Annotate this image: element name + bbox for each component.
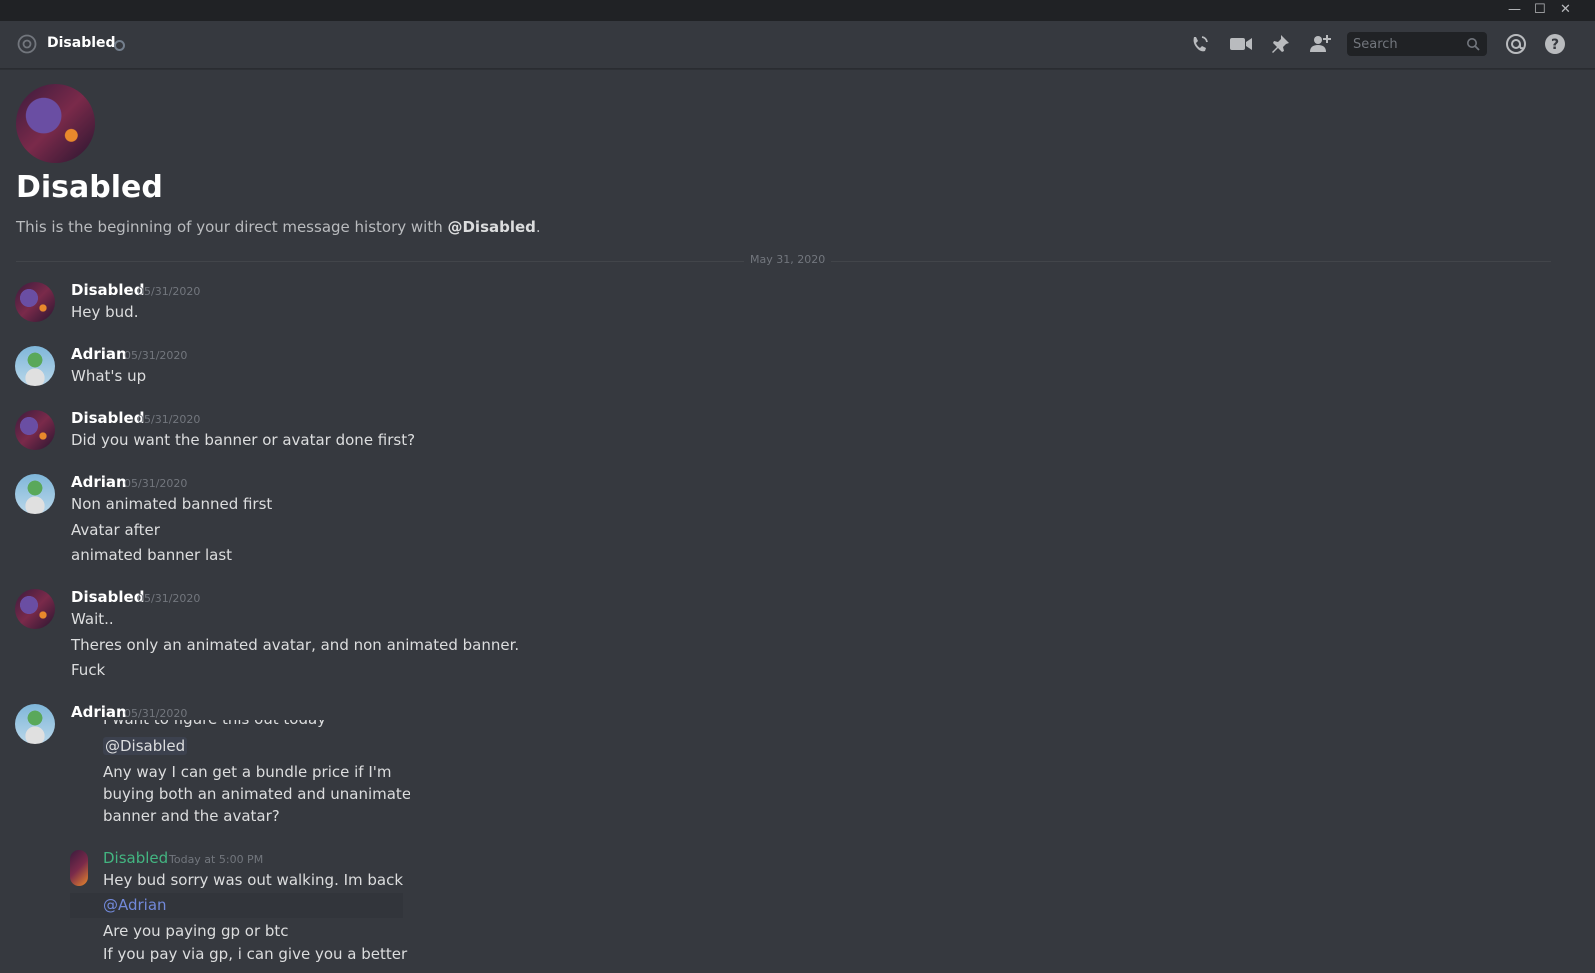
message-image-attachment[interactable]: I want to figure this out today @Disable… — [70, 720, 410, 973]
message-text: Fuck — [71, 661, 106, 679]
message-author[interactable]: Adrian — [71, 345, 127, 363]
close-button[interactable]: ✕ — [1560, 2, 1571, 18]
embed-reply-author: Disabled — [103, 849, 169, 867]
window-titlebar: — ☐ ✕ — [0, 0, 1595, 21]
maximize-button[interactable]: ☐ — [1534, 2, 1546, 18]
message-text: animated banner last — [71, 546, 233, 564]
channel-header: Disabled ? — [0, 21, 1595, 69]
add-friend-icon[interactable] — [1308, 33, 1332, 55]
search-icon — [1467, 38, 1480, 51]
embed-avatar — [70, 850, 88, 886]
mentions-icon[interactable] — [1505, 33, 1527, 55]
embed-cut-text: I want to figure this out today — [103, 720, 326, 728]
embed-mention: @Adrian — [103, 896, 167, 914]
search-input[interactable] — [1347, 32, 1462, 56]
embed-text: buying both an animated and unanimated — [103, 785, 410, 803]
avatar[interactable] — [15, 410, 55, 450]
message-text: Theres only an animated avatar, and non … — [71, 636, 520, 654]
help-icon[interactable]: ? — [1544, 33, 1566, 55]
message-text: Wait.. — [71, 610, 114, 628]
message-author[interactable]: Adrian — [71, 473, 127, 491]
intro-user-mention[interactable]: @Disabled — [447, 218, 535, 236]
svg-text:?: ? — [1551, 37, 1559, 53]
embed-reply-timestamp: Today at 5:00 PM — [169, 853, 264, 866]
message-text: Did you want the banner or avatar done f… — [71, 431, 416, 449]
message-text: Avatar after — [71, 521, 160, 539]
embed-text: banner and the avatar? — [103, 807, 280, 825]
embed-text: Are you paying gp or btc — [103, 922, 289, 940]
message-timestamp: 05/31/2020 — [124, 349, 188, 362]
avatar[interactable] — [15, 346, 55, 386]
embed-mention: @Disabled — [103, 737, 188, 755]
message-author[interactable]: Disabled — [71, 588, 144, 606]
at-icon — [17, 34, 37, 54]
embed-text: Hey bud sorry was out walking. Im back — [103, 871, 404, 889]
embed-text: Any way I can get a bundle price if I'm — [103, 763, 392, 781]
avatar[interactable] — [15, 704, 55, 744]
avatar[interactable] — [15, 474, 55, 514]
message-timestamp: 05/31/2020 — [124, 707, 188, 720]
message-text: Non animated banned first — [71, 495, 273, 513]
message-text: Hey bud. — [71, 303, 139, 321]
video-call-icon[interactable] — [1229, 33, 1253, 55]
minimize-button[interactable]: — — [1508, 2, 1521, 18]
message-timestamp: 05/31/2020 — [137, 592, 201, 605]
voice-call-icon[interactable] — [1189, 33, 1211, 55]
message-timestamp: 05/31/2020 — [137, 285, 201, 298]
dm-intro-name: Disabled — [16, 170, 163, 205]
pin-icon[interactable] — [1269, 33, 1291, 55]
dm-intro-description: This is the beginning of your direct mes… — [16, 218, 541, 236]
message-author[interactable]: Adrian — [71, 703, 127, 721]
message-timestamp: 05/31/2020 — [124, 477, 188, 490]
channel-name: Disabled — [47, 35, 116, 51]
message-text: What's up — [71, 367, 147, 385]
date-divider-label: May 31, 2020 — [744, 253, 832, 266]
avatar[interactable] — [15, 282, 55, 322]
message-author[interactable]: Disabled — [71, 409, 144, 427]
avatar[interactable] — [15, 589, 55, 629]
message-timestamp: 05/31/2020 — [137, 413, 201, 426]
search-box[interactable] — [1347, 32, 1487, 56]
dm-user-avatar[interactable] — [16, 84, 95, 163]
message-author[interactable]: Disabled — [71, 281, 144, 299]
status-indicator — [114, 40, 125, 51]
embed-text: If you pay via gp, i can give you a bett… — [103, 945, 408, 963]
